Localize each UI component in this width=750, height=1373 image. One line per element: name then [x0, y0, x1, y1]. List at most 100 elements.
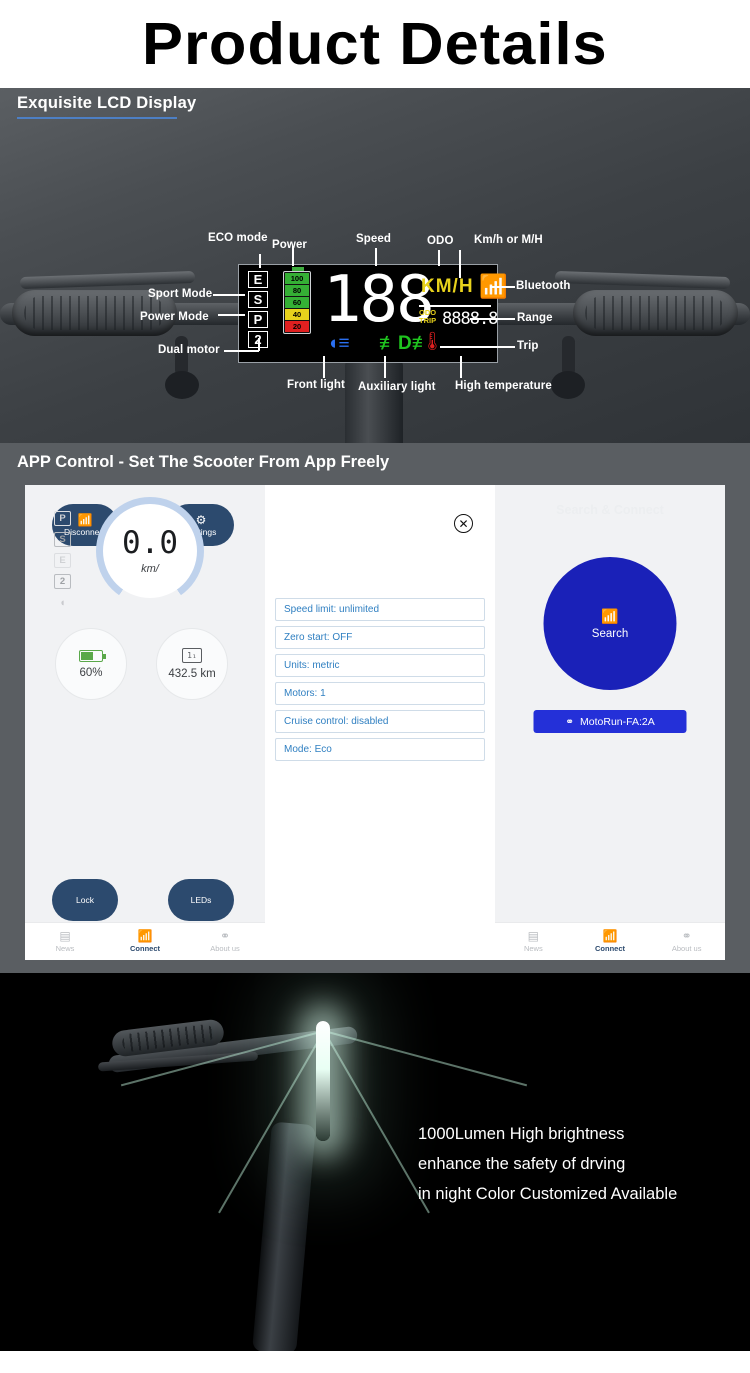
callout-unit-toggle: Km/h or M/H — [474, 234, 543, 246]
callout-line — [440, 346, 515, 348]
nav-item-connect[interactable]: 📶 Connect — [572, 930, 649, 953]
lcd-unit-label: KM/H — [421, 276, 474, 297]
lock-label: Lock — [76, 895, 94, 905]
battery-segment: 100 — [285, 273, 309, 284]
nav-item-about-us[interactable]: ⚭ About us — [185, 930, 265, 953]
light-flare — [323, 1030, 528, 1087]
app-search-pane: Search & Connect 📶 Search ⚭ MotoRun-FA:2… — [495, 485, 725, 960]
callout-line — [375, 248, 377, 266]
page-title: Product Details — [142, 11, 608, 77]
callout-eco-mode: ECO mode — [208, 232, 268, 244]
trip-label: TRIP — [419, 316, 437, 325]
leds-button[interactable]: LEDs — [168, 879, 234, 921]
lcd-mode-column: E S P 2 — [248, 271, 268, 348]
headlight-description: 1000Lumen High brightness enhance the sa… — [418, 1119, 677, 1209]
callout-line — [459, 250, 461, 278]
lcd-speed-value: 188 — [323, 263, 435, 337]
list-item[interactable]: Zero start: OFF — [275, 626, 485, 649]
scooter-icon: ⚭ — [565, 715, 575, 728]
device-result-button[interactable]: ⚭ MotoRun-FA:2A — [533, 710, 687, 733]
nav-item-news[interactable]: ▤ News — [25, 930, 105, 953]
lcd-divider — [419, 305, 491, 307]
callout-bluetooth: Bluetooth — [516, 280, 571, 292]
callout-trip: Trip — [517, 340, 539, 352]
callout-line — [384, 356, 386, 378]
list-item[interactable]: Cruise control: disabled — [275, 710, 485, 733]
lcd-mode-e: E — [248, 271, 268, 288]
callout-line — [259, 254, 261, 268]
lamp-icon[interactable]: ◖ — [54, 595, 71, 610]
nav-label: About us — [210, 944, 240, 953]
lcd-battery-indicator: 100 80 60 40 20 — [283, 267, 311, 334]
callout-power: Power — [272, 239, 308, 251]
odometer-stat: 1₁ 432.5 km — [156, 628, 228, 700]
lcd-mode-p: P — [248, 311, 268, 328]
battery-stat: 60% — [55, 628, 127, 700]
mirror-stem-left — [175, 336, 188, 376]
close-circle-icon[interactable]: ✕ — [454, 514, 473, 533]
callout-speed: Speed — [356, 233, 392, 245]
lock-button[interactable]: Lock — [52, 879, 118, 921]
lcd-screen: E S P 2 100 80 60 40 20 188 KM/H 📶 ODO T… — [238, 263, 508, 363]
bluetooth-icon: 📶 — [137, 929, 153, 943]
callout-line — [470, 318, 515, 320]
search-label: Search — [591, 627, 629, 640]
battery-segment: 80 — [285, 285, 309, 296]
callout-line — [258, 338, 260, 351]
nav-item-connect[interactable]: 📶 Connect — [105, 930, 185, 953]
callout-dual-motor: Dual motor — [158, 344, 220, 356]
nav-item-news[interactable]: ▤ News — [495, 930, 572, 953]
nav-label: News — [523, 944, 543, 953]
gauge-inner: 0.0 km/ — [103, 504, 197, 598]
bluetooth-off-icon: 📶 — [77, 512, 93, 527]
news-icon: ▤ — [527, 929, 539, 943]
callout-line — [224, 350, 259, 352]
odometer-value: 432.5 km — [168, 668, 216, 680]
list-item[interactable]: Mode: Eco — [275, 738, 485, 761]
mode-chip-s[interactable]: S — [54, 532, 71, 547]
lcd-heading-text: Exquisite LCD Display — [17, 94, 197, 112]
battery-segment: 40 — [285, 309, 309, 320]
heading-underline — [17, 117, 177, 119]
nav-label: About us — [671, 944, 702, 953]
scooter-stem-dark — [252, 1121, 316, 1351]
nav-item-about-us[interactable]: ⚭ About us — [648, 930, 725, 953]
callout-sport-mode: Sport Mode — [148, 288, 213, 300]
nav-label: Connect — [130, 944, 160, 953]
headlight-section: 1000Lumen High brightness enhance the sa… — [0, 973, 750, 1351]
news-icon: ▤ — [59, 929, 71, 943]
headlight-icon: ◖≡ — [327, 333, 350, 354]
battery-icon — [79, 649, 106, 662]
callout-power-mode: Power Mode — [140, 311, 209, 323]
search-pane-heading: Search & Connect — [556, 503, 664, 517]
battery-value: 60% — [79, 666, 103, 679]
gauge-speed-value: 0.0 — [122, 524, 178, 561]
nav-label: News — [55, 944, 75, 953]
bluetooth-icon: 📶 — [602, 929, 618, 943]
headlight-line-3: in night Color Customized Available — [418, 1185, 678, 1203]
app-control-section: APP Control - Set The Scooter From App F… — [0, 443, 750, 973]
mode-chip-p[interactable]: P — [54, 511, 71, 526]
mode-chip-e[interactable]: E — [54, 553, 71, 568]
mirror-head-right — [551, 371, 585, 399]
callout-line — [438, 250, 440, 266]
callout-auxiliary-light: Auxiliary light — [358, 381, 436, 393]
app-mode-column: P S E 2 ◖ — [54, 511, 71, 610]
device-name: MotoRun-FA:2A — [580, 715, 655, 728]
lcd-display-section: Exquisite LCD Display E S P 2 100 80 60 … — [0, 88, 750, 443]
app-dashboard-pane: 📶 Disconnect ⚙ Settings P S E 2 ◖ 0.0 km… — [25, 485, 265, 960]
mode-chip-2[interactable]: 2 — [54, 574, 71, 589]
list-item[interactable]: Speed limit: unlimited — [275, 598, 485, 621]
callout-line — [323, 356, 325, 378]
list-item[interactable]: Units: metric — [275, 654, 485, 677]
mirror-head-left — [165, 371, 199, 399]
search-button[interactable]: 📶 Search — [543, 557, 677, 690]
callout-line — [213, 294, 245, 296]
scooter-stem — [345, 358, 403, 443]
odometer-icon: 1₁ — [182, 648, 202, 663]
headlight-beam — [316, 1021, 330, 1141]
callout-odo: ODO — [427, 235, 454, 247]
light-flare — [323, 1030, 430, 1214]
brake-lever-right — [554, 270, 731, 290]
list-item[interactable]: Motors: 1 — [275, 682, 485, 705]
